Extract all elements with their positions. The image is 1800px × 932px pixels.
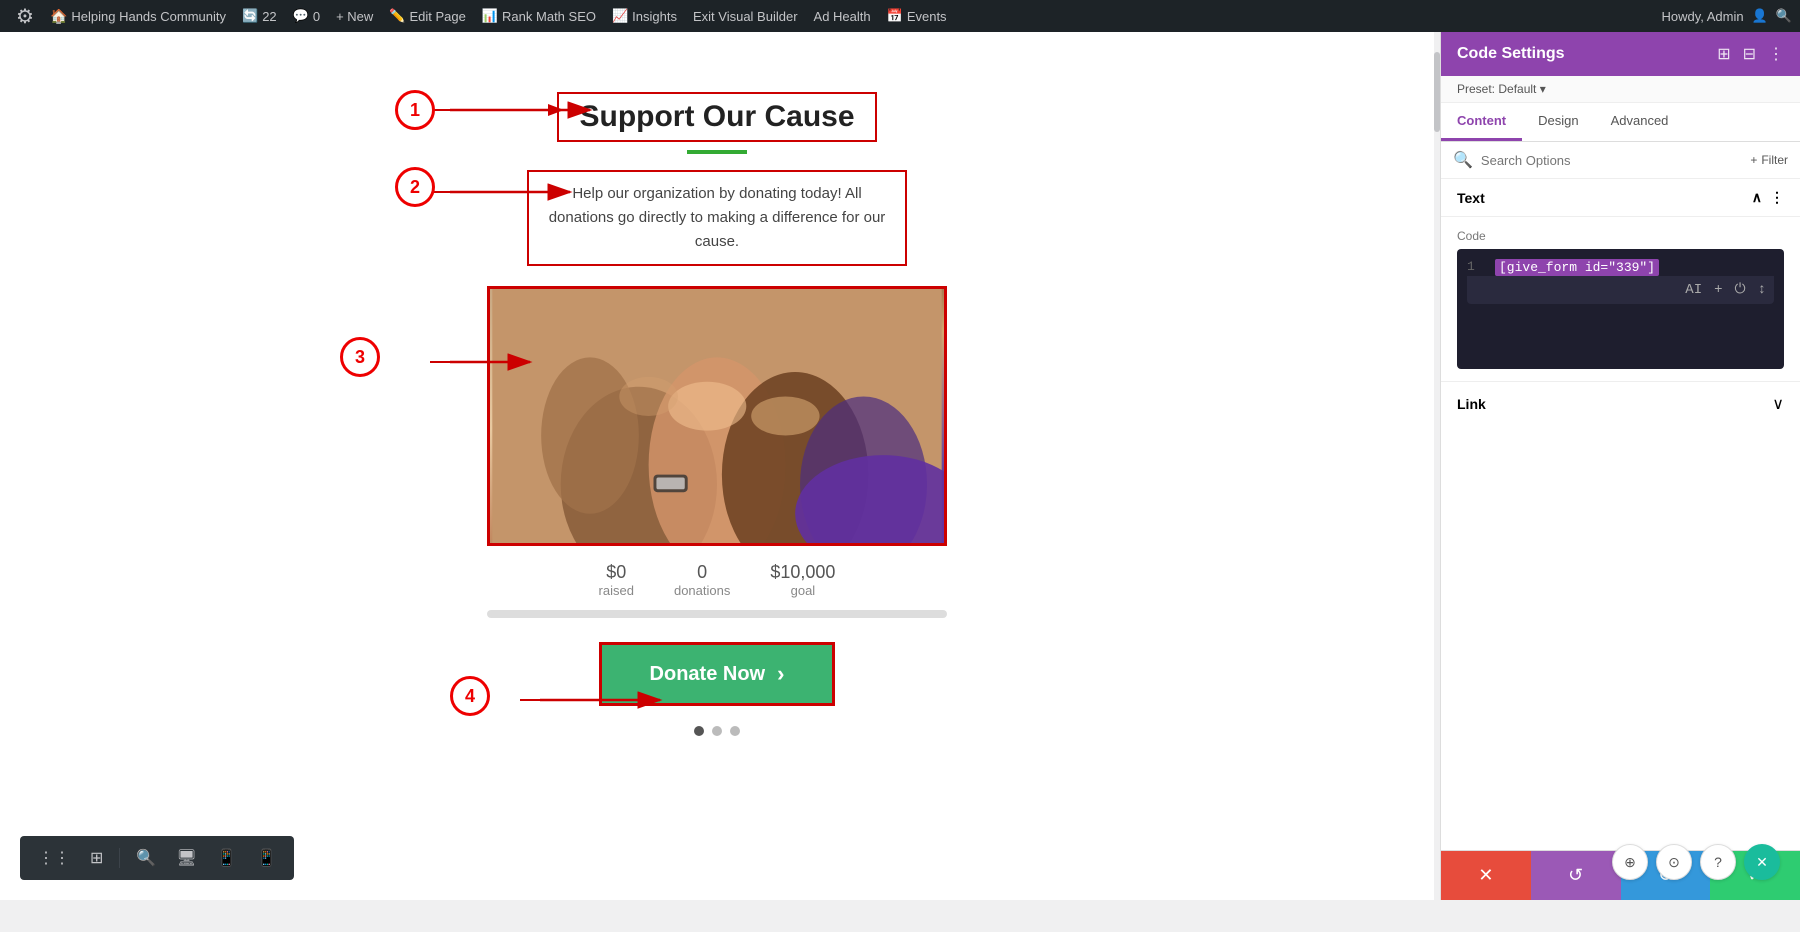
help-btn[interactable]: ? bbox=[1700, 844, 1736, 880]
sort-code-icon[interactable]: ↕ bbox=[1758, 282, 1766, 298]
more-options-icon[interactable]: ⋮ bbox=[1768, 44, 1784, 64]
admin-avatar-icon: 👤 bbox=[1752, 8, 1768, 24]
preset-chevron-icon: ▾ bbox=[1540, 82, 1546, 96]
updates-btn[interactable]: 🔄 22 bbox=[234, 0, 285, 32]
code-line-1: 1 [give_form id="339"] bbox=[1467, 259, 1774, 276]
admin-bar: ⚙ 🏠 Helping Hands Community 🔄 22 💬 0 + N… bbox=[0, 0, 1800, 32]
section-title: Support Our Cause bbox=[557, 92, 876, 142]
tab-advanced[interactable]: Advanced bbox=[1595, 103, 1685, 141]
stat-donations: 0 donations bbox=[674, 562, 730, 598]
text-section-icons: ∧ ⋮ bbox=[1752, 189, 1784, 206]
code-field: Code 1 [give_form id="339"] AI + ⏻ ↕ bbox=[1441, 217, 1800, 381]
undo-action-btn[interactable]: ↺ bbox=[1531, 851, 1621, 900]
section-options-btn[interactable]: ⋮⋮ bbox=[30, 842, 78, 874]
new-btn[interactable]: + New bbox=[328, 0, 381, 32]
columns-icon[interactable]: ⊟ bbox=[1743, 44, 1756, 64]
settings-panel: Code Settings ⊞ ⊟ ⋮ Preset: Default ▾ Co… bbox=[1440, 32, 1800, 900]
code-editor[interactable]: 1 [give_form id="339"] AI + ⏻ ↕ bbox=[1457, 249, 1784, 369]
section-description: Help our organization by donating today!… bbox=[527, 170, 907, 266]
panel-title: Code Settings bbox=[1457, 45, 1565, 63]
annotation-1: 1 bbox=[395, 90, 435, 130]
insights-btn[interactable]: 📈 Insights bbox=[604, 0, 685, 32]
admin-bar-right: Howdy, Admin 👤 🔍 bbox=[1661, 8, 1792, 24]
search-options-input[interactable] bbox=[1481, 153, 1742, 168]
edit-page-btn[interactable]: ✏️ Edit Page bbox=[381, 0, 474, 32]
exit-builder-btn[interactable]: Exit Visual Builder bbox=[685, 0, 806, 32]
panel-header: Code Settings ⊞ ⊟ ⋮ bbox=[1441, 32, 1800, 76]
pagination-dot-3[interactable] bbox=[730, 726, 740, 736]
bottom-toolbar: ⋮⋮ ⊞ 🔍 🖥 📱 📱 bbox=[20, 836, 294, 880]
tab-content[interactable]: Content bbox=[1441, 103, 1522, 141]
howdy-text: Howdy, Admin bbox=[1661, 9, 1743, 24]
code-label: Code bbox=[1457, 229, 1784, 243]
pagination-dot-1[interactable] bbox=[694, 726, 704, 736]
text-section: Text ∧ ⋮ Code 1 [give_form id="339"] AI … bbox=[1441, 179, 1800, 381]
stat-goal: $10,000 goal bbox=[770, 562, 835, 598]
wireframe-btn[interactable]: ⊕ bbox=[1612, 844, 1648, 880]
panel-tabs: Content Design Advanced bbox=[1441, 103, 1800, 142]
search-icon[interactable]: 🔍 bbox=[1776, 8, 1792, 24]
reset-code-icon[interactable]: ⏻ bbox=[1735, 282, 1746, 298]
text-section-header[interactable]: Text ∧ ⋮ bbox=[1441, 179, 1800, 217]
section-underline bbox=[687, 150, 747, 154]
text-section-label: Text bbox=[1457, 190, 1485, 206]
search-icon: 🔍 bbox=[1453, 150, 1473, 170]
pagination-dots bbox=[694, 726, 740, 736]
rank-math-btn[interactable]: 📊 Rank Math SEO bbox=[474, 0, 604, 32]
stat-raised: $0 raised bbox=[599, 562, 634, 598]
site-name[interactable]: 🏠 Helping Hands Community bbox=[42, 0, 234, 32]
close-builder-btn[interactable]: ✕ bbox=[1744, 844, 1780, 880]
code-editor-footer: AI + ⏻ ↕ bbox=[1467, 276, 1774, 304]
tab-design[interactable]: Design bbox=[1522, 103, 1594, 141]
desktop-view-btn[interactable]: 🖥 bbox=[168, 842, 204, 874]
add-code-icon[interactable]: + bbox=[1714, 282, 1722, 298]
link-label: Link bbox=[1457, 396, 1486, 412]
tablet-view-btn[interactable]: 📱 bbox=[209, 842, 245, 874]
link-section[interactable]: Link ∨ bbox=[1441, 381, 1800, 426]
filter-plus-icon: + bbox=[1750, 153, 1757, 167]
bottom-right-toolbar: ⊕ ⊙ ? ✕ bbox=[1612, 844, 1780, 880]
mobile-view-btn[interactable]: 📱 bbox=[249, 842, 285, 874]
pagination-dot-2[interactable] bbox=[712, 726, 722, 736]
text-section-more-icon[interactable]: ⋮ bbox=[1770, 189, 1784, 206]
panel-scrollbar[interactable] bbox=[1434, 32, 1440, 900]
annotation-4: 4 bbox=[450, 676, 490, 716]
code-content: [give_form id="339"] bbox=[1495, 259, 1659, 276]
line-number: 1 bbox=[1467, 259, 1483, 276]
filter-btn[interactable]: + Filter bbox=[1750, 153, 1788, 167]
ad-health-btn[interactable]: Ad Health bbox=[806, 0, 879, 32]
donate-button[interactable]: Donate Now › bbox=[599, 642, 836, 706]
link-chevron-icon: ∨ bbox=[1772, 394, 1784, 414]
toolbar-separator bbox=[119, 848, 120, 868]
comments-btn[interactable]: 💬 0 bbox=[285, 0, 328, 32]
search-btn[interactable]: 🔍 bbox=[128, 842, 164, 874]
events-btn[interactable]: 📅 Events bbox=[879, 0, 955, 32]
layout-btn[interactable]: ⊞ bbox=[82, 842, 111, 874]
campaign-image bbox=[487, 286, 947, 546]
zoom-btn[interactable]: ⊙ bbox=[1656, 844, 1692, 880]
main-area: 1 Support Our Cause 2 Help our organizat… bbox=[0, 32, 1800, 900]
collapse-icon[interactable]: ∧ bbox=[1752, 189, 1762, 206]
ai-icon[interactable]: AI bbox=[1685, 282, 1702, 298]
donate-chevron-icon: › bbox=[777, 661, 784, 687]
scrollbar-thumb bbox=[1434, 52, 1440, 132]
close-action-btn[interactable]: ✕ bbox=[1441, 851, 1531, 900]
panel-preset[interactable]: Preset: Default ▾ bbox=[1441, 76, 1800, 103]
wp-logo[interactable]: ⚙ bbox=[8, 0, 42, 32]
panel-header-icons: ⊞ ⊟ ⋮ bbox=[1717, 44, 1784, 64]
annotation-2: 2 bbox=[395, 167, 435, 207]
expand-icon[interactable]: ⊞ bbox=[1717, 44, 1730, 64]
panel-search: 🔍 + Filter bbox=[1441, 142, 1800, 179]
progress-bar bbox=[487, 610, 947, 618]
annotation-3: 3 bbox=[340, 337, 380, 377]
stats-row: $0 raised 0 donations $10,000 goal bbox=[599, 562, 836, 598]
visual-builder-canvas: 1 Support Our Cause 2 Help our organizat… bbox=[0, 32, 1434, 900]
